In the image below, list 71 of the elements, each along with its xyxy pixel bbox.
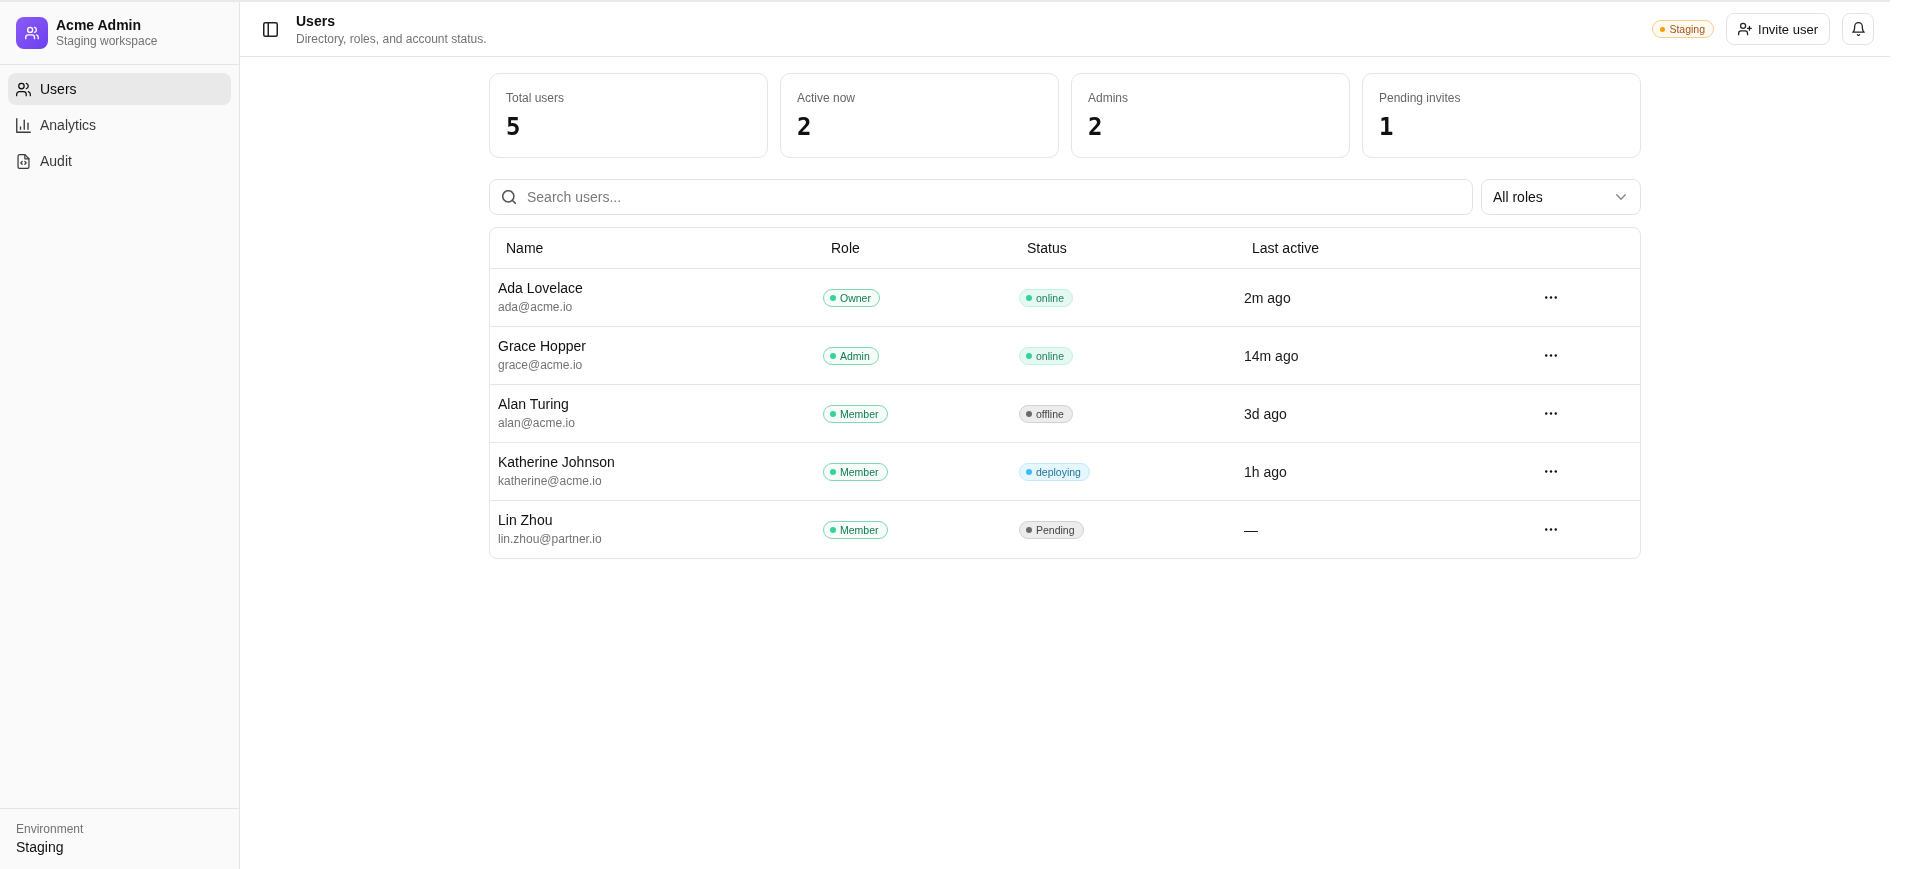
more-icon [1545,412,1557,415]
role-filter-dropdown[interactable]: All roles [1481,179,1641,215]
environment-badge-label: Staging [1669,23,1705,35]
last-active-time: 14m ago [1244,347,1299,364]
last-active-time: 3d ago [1244,405,1287,422]
status-label: online [1036,291,1065,304]
chevron-down-icon [1616,194,1626,200]
users-icon [16,81,31,97]
environment-value: Staging [16,838,65,857]
user-email: alan@acme.io [498,414,575,431]
search-field[interactable]: Search users... [489,179,1473,215]
stat-label: Total users [506,90,566,106]
status-dot-icon [830,294,836,301]
status-label: deploying [1036,465,1081,478]
status-dot-icon [830,352,836,359]
user-name: Alan Turing [498,394,569,413]
more-icon [1545,354,1557,357]
stat-value: 2 [797,112,813,142]
more-icon [1545,296,1557,299]
user-email: katherine@acme.io [498,472,602,489]
workspace-name: Staging workspace [56,34,158,49]
role-label: Member [840,465,879,478]
stat-label: Active now [797,90,857,106]
stat-value: 1 [1379,112,1395,142]
stat-value: 5 [506,112,522,142]
last-active-time: 2m ago [1244,289,1291,306]
more-icon [1545,528,1557,531]
nav-item[interactable]: Audit [8,145,231,177]
status-label: online [1036,349,1065,362]
status-dot-icon [830,468,836,475]
column-header: Role [831,240,860,256]
status-dot-icon [830,410,836,417]
last-active-time: 1h ago [1244,463,1287,480]
role-label: Admin [840,349,870,362]
role-label: Member [840,407,879,420]
status-label: Pending [1036,523,1075,536]
app-name: Acme Admin [56,17,143,34]
user-email: ada@acme.io [498,298,573,315]
stat-value: 2 [1088,112,1104,142]
user-plus-icon [1738,22,1752,36]
role-label: Member [840,523,879,536]
user-email: lin.zhou@partner.io [498,530,602,547]
search-icon [502,190,516,204]
panel-icon [262,21,278,37]
notifications-button[interactable] [1842,13,1874,45]
status-label: offline [1036,407,1064,420]
status-dot-icon [830,526,836,533]
bell-icon [1851,22,1865,36]
status-dot-icon [1660,26,1666,32]
bar-chart-icon [16,117,31,133]
last-active-time: — [1244,521,1258,538]
logo-icon [16,17,48,49]
column-header: Status [1027,240,1067,256]
environment-label: Environment [16,821,85,837]
stat-label: Admins [1088,90,1129,106]
invite-user-button[interactable]: Invite user [1726,13,1830,45]
user-name: Katherine Johnson [498,452,615,471]
nav-item[interactable]: Users [8,73,231,105]
column-header: Last active [1252,240,1319,256]
stat-label: Pending invites [1379,90,1462,106]
page-title: Users [296,11,336,31]
role-label: Owner [840,291,871,304]
user-name: Grace Hopper [498,336,586,355]
column-header: Name [506,240,544,256]
nav-item[interactable]: Analytics [8,109,231,141]
file-code-icon [16,153,31,169]
page-subtitle: Directory, roles, and account status. [296,30,488,47]
more-icon [1545,470,1557,473]
user-name: Lin Zhou [498,510,553,529]
user-name: Ada Lovelace [498,278,583,297]
user-email: grace@acme.io [498,356,583,373]
